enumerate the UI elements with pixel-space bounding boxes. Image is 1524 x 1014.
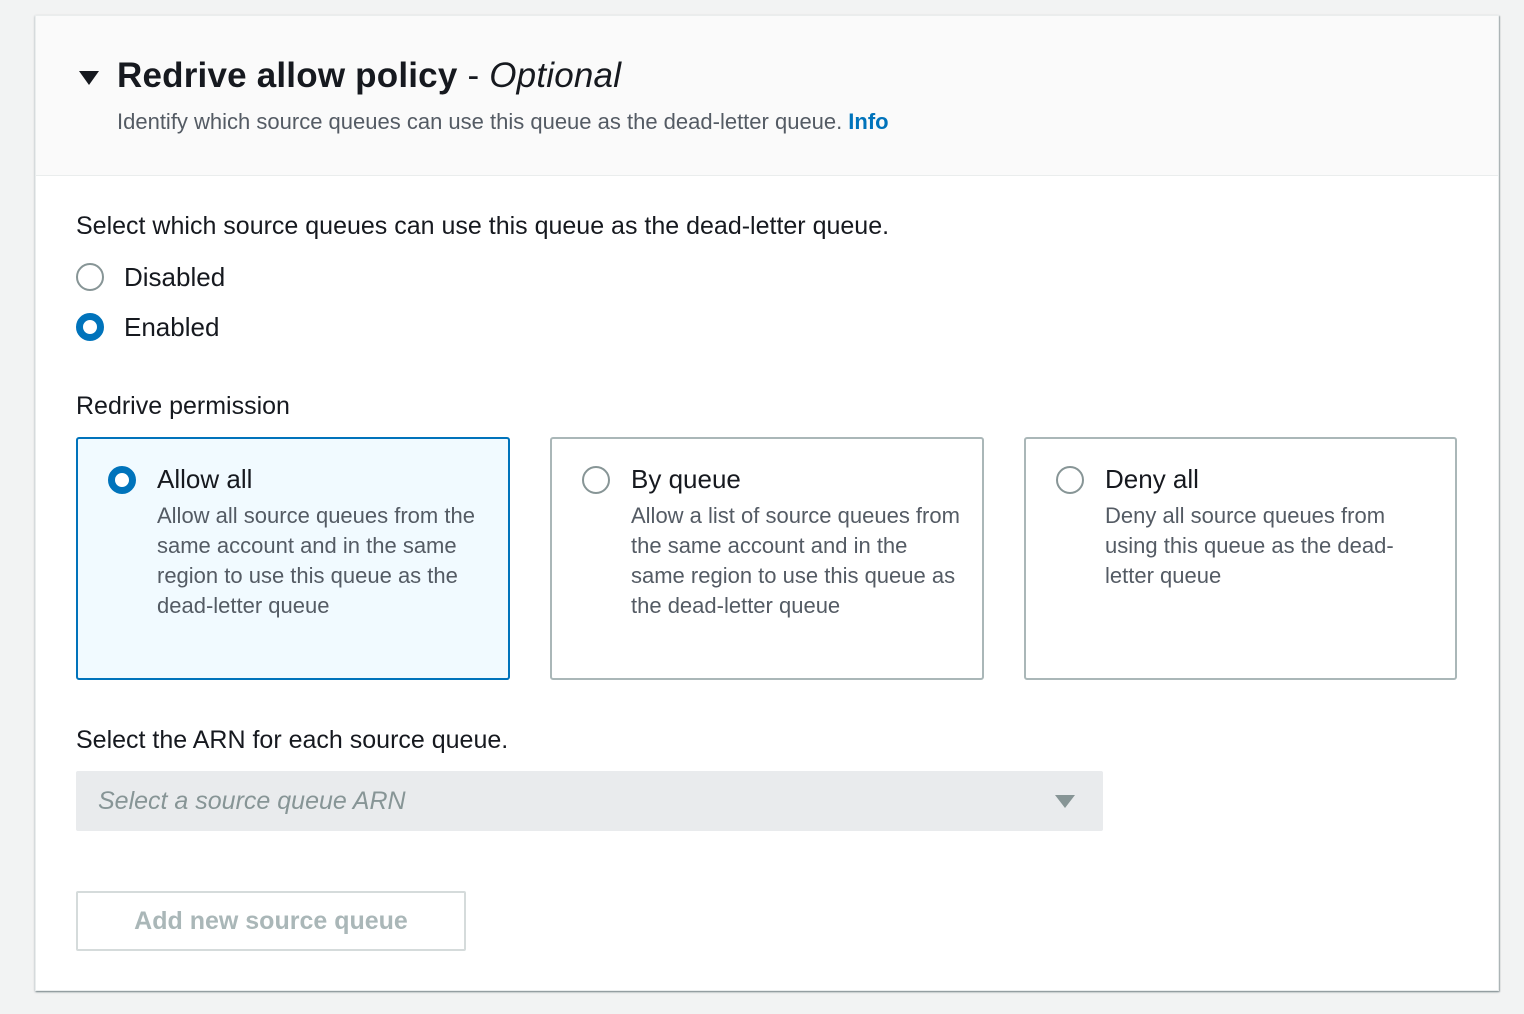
tile-deny-all[interactable]: Deny all Deny all source queues from usi… bbox=[1024, 437, 1457, 680]
enable-group-label: Select which source queues can use this … bbox=[76, 212, 890, 240]
section-title: Redrive allow policy - Optional bbox=[117, 52, 621, 100]
caret-down-icon[interactable] bbox=[78, 69, 100, 87]
radio-disabled[interactable]: Disabled bbox=[76, 260, 225, 294]
select-placeholder: Select a source queue ARN bbox=[98, 787, 406, 815]
radio-enabled[interactable]: Enabled bbox=[76, 310, 219, 344]
add-new-source-queue-button[interactable]: Add new source queue bbox=[76, 891, 466, 951]
tile-by-queue-title: By queue bbox=[631, 464, 741, 494]
title-separator: - bbox=[467, 56, 480, 95]
radio-disabled-control[interactable] bbox=[76, 263, 104, 291]
radio-disabled-label: Disabled bbox=[124, 262, 226, 292]
tile-deny-all-radio[interactable] bbox=[1056, 466, 1084, 494]
tile-deny-all-description: Deny all source queues from using this q… bbox=[1105, 503, 1394, 588]
panel-header[interactable]: Redrive allow policy - Optional Identify… bbox=[36, 16, 1498, 176]
optional-label: Optional bbox=[489, 56, 622, 95]
section-description: Identify which source queues can use thi… bbox=[117, 107, 889, 137]
tile-by-queue[interactable]: By queue Allow a list of source queues f… bbox=[550, 437, 984, 680]
tile-deny-all-title: Deny all bbox=[1105, 464, 1199, 494]
tile-allow-all[interactable]: Allow all Allow all source queues from t… bbox=[76, 437, 510, 680]
tile-allow-all-title: Allow all bbox=[157, 464, 253, 494]
arn-label: Select the ARN for each source queue. bbox=[76, 726, 509, 754]
tile-allow-all-radio[interactable] bbox=[108, 466, 136, 494]
radio-enabled-label: Enabled bbox=[124, 312, 220, 342]
tile-allow-all-description: Allow all source queues from the same ac… bbox=[157, 503, 475, 618]
info-link[interactable]: Info bbox=[848, 109, 888, 134]
caret-down-icon bbox=[1053, 793, 1077, 811]
source-queue-arn-select[interactable]: Select a source queue ARN bbox=[76, 771, 1103, 831]
tile-by-queue-description: Allow a list of source queues from the s… bbox=[631, 503, 960, 618]
tile-by-queue-radio[interactable] bbox=[582, 466, 610, 494]
redrive-permission-label: Redrive permission bbox=[76, 392, 290, 420]
section-title-text: Redrive allow policy bbox=[117, 56, 458, 95]
redrive-allow-policy-panel: Redrive allow policy - Optional Identify… bbox=[35, 15, 1499, 991]
section-description-text: Identify which source queues can use thi… bbox=[117, 109, 843, 134]
radio-enabled-control[interactable] bbox=[76, 313, 104, 341]
